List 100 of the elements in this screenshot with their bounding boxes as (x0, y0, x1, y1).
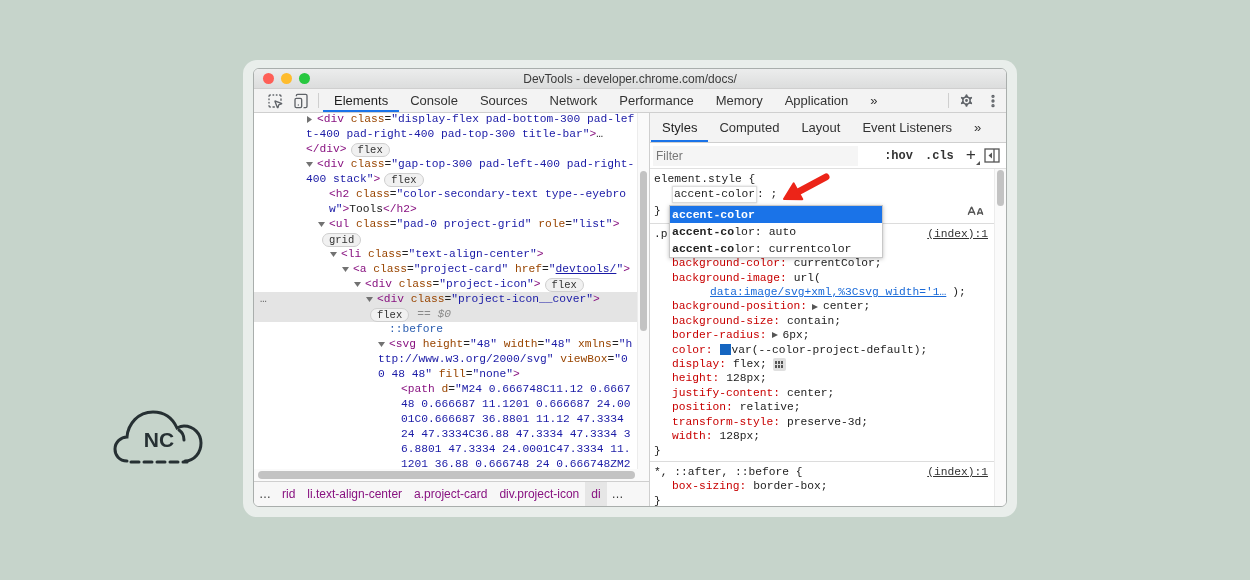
source-link[interactable]: (index):1 (927, 226, 988, 242)
code-line: <div class="display-flex pad-bottom-300 pad-lef (317, 113, 635, 127)
tree-node-row[interactable]: ::before (254, 322, 637, 337)
breadcrumb[interactable]: div.project-icon (493, 482, 586, 506)
css-property[interactable]: box-sizing: (672, 479, 747, 494)
more-button[interactable]: … (606, 482, 629, 506)
css-property[interactable]: position: (672, 400, 733, 415)
css-property[interactable]: background-size: (672, 313, 781, 329)
css-property[interactable]: justify-content: (672, 385, 781, 401)
hover-state-button[interactable]: :hov (880, 148, 917, 163)
tree-node-row[interactable]: … <div class="project-icon__cover"> flex == $0 (254, 292, 637, 322)
sidebar-tab[interactable]: Event Listeners (851, 113, 964, 142)
expand-triangle-icon[interactable] (812, 303, 819, 310)
closing-brace: } (654, 204, 661, 219)
tree-node-row[interactable]: <div class="gap-top-300 pad-left-400 pad-right- 400 stack"> flex (254, 157, 637, 187)
panel-tab[interactable]: Network (538, 89, 609, 112)
tree-node-row[interactable]: <ul class="pad-0 project-grid" role="list"> grid (254, 217, 637, 247)
css-value[interactable]: relative; (739, 400, 801, 415)
css-value[interactable]: url( (793, 270, 821, 286)
css-property[interactable]: border-radius: (672, 328, 767, 343)
more-dots[interactable]: … (260, 292, 267, 307)
source-link[interactable]: (index):1 (927, 464, 988, 480)
suggestion-item[interactable]: accent-color: currentcolor (670, 240, 882, 257)
console-reference: == $0 (417, 307, 451, 322)
sidebar-tab[interactable]: Computed (708, 113, 791, 142)
breadcrumb[interactable]: rid (276, 482, 302, 506)
sidebar-tab[interactable]: Styles (651, 113, 709, 142)
more-button[interactable]: … (254, 482, 276, 506)
expand-triangle-icon[interactable] (771, 332, 778, 339)
panel-tab[interactable]: Elements (323, 89, 400, 112)
url-link[interactable]: data:image/svg+xml,%3Csvg width='1… (710, 285, 947, 300)
suggestion-item[interactable]: accent-color: auto (670, 223, 882, 240)
flexbox-editor-icon[interactable] (772, 357, 786, 371)
tree-node-row[interactable]: <svg height="48" width="48" xmlns="h ttp://www.w3.org/2000/svg" viewBox="0 0 48 48" fill="none"> (254, 337, 637, 382)
code-line: 6.8801 47.3334 24.0001C47.3334 11. (401, 442, 631, 457)
css-selector[interactable]: .p (654, 226, 668, 242)
breadcrumb[interactable]: li.text-align-center (301, 482, 409, 506)
breadcrumb[interactable]: di (585, 482, 607, 506)
scrollbar[interactable] (994, 169, 1006, 506)
close-button[interactable] (263, 73, 274, 84)
link[interactable]: devtools/ (555, 263, 617, 275)
css-value[interactable]: 128px; (719, 429, 761, 444)
more-tabs-button[interactable]: » (963, 113, 993, 142)
css-value[interactable]: flex; (733, 357, 767, 372)
code-line: <div class="project-icon"> (365, 277, 541, 292)
layout-badge[interactable]: grid (322, 232, 362, 247)
more-tabs-button[interactable]: » (859, 89, 889, 112)
code-line: <a class="project-card" href="devtools/"> (353, 262, 630, 277)
tree-node-row[interactable]: <a class="project-card" href="devtools/"> (254, 262, 637, 277)
css-value[interactable]: border-box; (753, 479, 828, 494)
tree-node-row[interactable]: <h2 class="color-secondary-text type--eyebro w">Tools</h2> (254, 187, 637, 217)
css-property[interactable]: background-position: (672, 299, 808, 314)
css-property[interactable]: height: (672, 371, 720, 386)
color-swatch[interactable] (719, 344, 731, 356)
property-edit-field[interactable]: accent-color (672, 186, 757, 203)
css-property[interactable]: background-color: (672, 256, 787, 271)
panel-tab[interactable]: Sources (468, 89, 539, 112)
panel-tab[interactable]: Performance (608, 89, 705, 112)
code-line: 48 0.666687 11.1201 0.666687 24.00 (401, 397, 631, 412)
css-value: ); (952, 285, 966, 300)
new-rule-button[interactable]: + (961, 146, 980, 165)
suggestion-item[interactable]: accent-color (670, 206, 882, 223)
css-property[interactable]: display: (672, 357, 726, 372)
scrollbar[interactable] (254, 469, 649, 481)
code-line: <h2 class="color-secondary-text type--eyebro (329, 187, 627, 202)
scrollbar[interactable] (637, 113, 649, 469)
css-value[interactable]: contain; (787, 313, 842, 329)
css-selector[interactable]: element.style { (654, 172, 756, 187)
layout-badge[interactable]: flex (544, 277, 584, 292)
layout-badge[interactable]: flex (384, 172, 424, 187)
css-property[interactable]: transform-style: (672, 414, 781, 430)
class-button[interactable]: .cls (921, 148, 958, 163)
tree-node-row[interactable]: <div class="display-flex pad-bottom-300 pad-lef t-400 pad-right-400 pad-top-300 title-bar">… </div> flex (254, 113, 637, 157)
panel-tab[interactable]: Application (773, 89, 860, 112)
css-value[interactable]: preserve-3d; (787, 414, 869, 430)
code-line: 400 stack"> (306, 172, 381, 187)
panel-tab[interactable]: Memory (704, 89, 774, 112)
code-line: <ul class="pad-0 project-grid" role="list"> (329, 217, 620, 232)
tree-node-row[interactable]: <div class="project-icon"> flex (254, 277, 637, 292)
layout-badge[interactable]: flex (350, 142, 390, 157)
sidebar-toggle-icon[interactable] (984, 148, 1000, 163)
filter-field[interactable]: Filter (653, 145, 858, 166)
css-value[interactable]: 128px; (726, 371, 767, 386)
tree-node-row[interactable]: <li class="text-align-center"> (254, 247, 637, 262)
css-selector[interactable]: *, ::after, ::before { (654, 464, 803, 480)
layout-badge[interactable]: flex (370, 307, 410, 322)
css-value[interactable]: center; (823, 299, 871, 314)
css-property[interactable]: width: (672, 429, 713, 444)
code-line: 24 47.3334C36.88 47.3334 47.3334 3 (401, 427, 631, 442)
css-value[interactable]: currentColor; (793, 256, 882, 271)
css-value[interactable]: 6px; (782, 328, 810, 343)
panel-tab[interactable]: Console (399, 89, 469, 112)
css-value[interactable]: center; (787, 385, 835, 401)
css-property[interactable]: color: (672, 342, 713, 358)
sidebar-tab[interactable]: Layout (790, 113, 852, 142)
breadcrumb[interactable]: a.project-card (408, 482, 494, 506)
code-line: <path d="M24 0.666748C11.12 0.6667 (401, 382, 631, 397)
css-value[interactable]: var(--color-project-default); (731, 342, 928, 358)
code-line: t-400 pad-right-400 pad-top-300 title-bar">… (306, 127, 604, 142)
css-property[interactable]: background-image: (672, 270, 787, 286)
